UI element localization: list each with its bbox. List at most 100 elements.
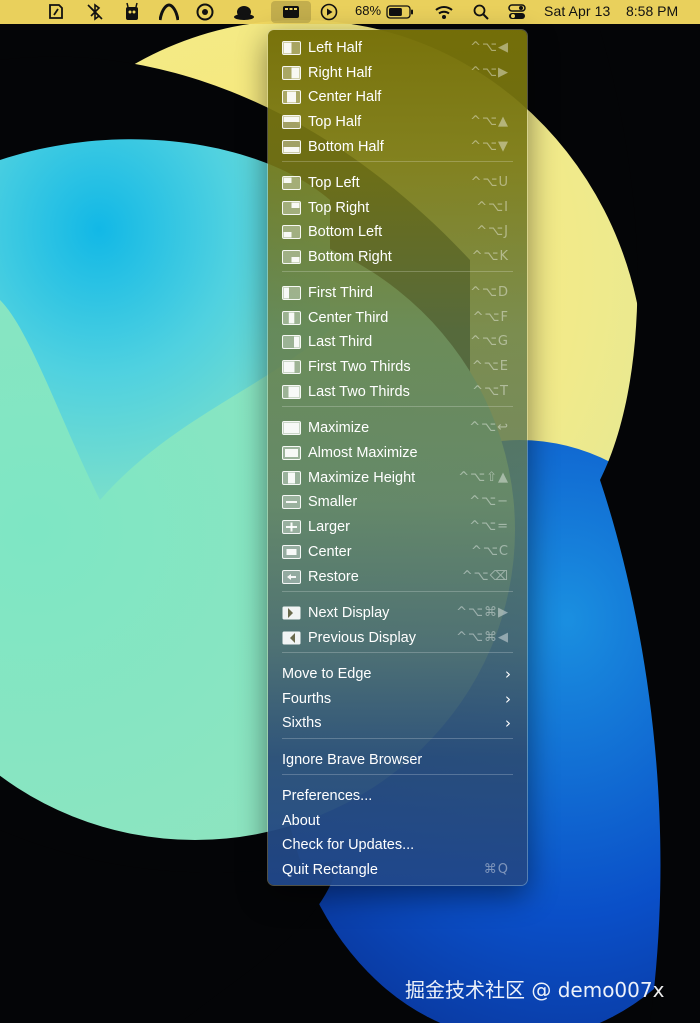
keyboard-shortcut: ^⌥▼ xyxy=(470,139,509,154)
keyboard-shortcut: ^⌥− xyxy=(469,494,509,509)
menu-item-ignore-brave-browser[interactable]: Ignore Brave Browser xyxy=(268,748,527,772)
menu-item-top-left[interactable]: Top Left ^⌥U xyxy=(268,171,527,195)
menu-item-label: First Two Thirds xyxy=(308,359,411,375)
chevron-right-icon: › xyxy=(505,665,511,683)
top-right-icon xyxy=(282,201,301,215)
maximize-height-icon xyxy=(282,471,301,485)
next-display-icon xyxy=(282,606,301,620)
keyboard-shortcut: ^⌥T xyxy=(472,384,509,399)
pen-icon[interactable] xyxy=(41,0,71,24)
menu-item-fourths[interactable]: Fourths › xyxy=(268,687,527,711)
hat-icon[interactable] xyxy=(229,0,259,24)
menu-item-last-third[interactable]: Last Third ^⌥G xyxy=(268,330,527,354)
right-half-icon xyxy=(282,66,301,80)
center-half-icon xyxy=(282,90,301,104)
menu-item-about[interactable]: About xyxy=(268,809,527,833)
menu-item-label: About xyxy=(282,813,320,829)
bluetooth-crossed-icon[interactable] xyxy=(80,0,110,24)
play-circle-icon[interactable] xyxy=(314,0,344,24)
menu-item-bottom-right[interactable]: Bottom Right ^⌥K xyxy=(268,245,527,269)
keyboard-shortcut: ^⌥= xyxy=(469,519,509,534)
menu-item-label: Smaller xyxy=(308,494,358,510)
rectangle-menu: Left Half ^⌥◀ Right Half ^⌥▶ Center Half Top … xyxy=(267,29,528,886)
battery-icon[interactable] xyxy=(386,2,416,22)
menu-item-label: Check for Updates... xyxy=(282,837,415,853)
menu-item-center-half[interactable]: Center Half xyxy=(268,85,527,109)
battery-percent: 68% xyxy=(355,3,382,18)
menu-item-first-third[interactable]: First Third ^⌥D xyxy=(268,281,527,305)
keyboard-shortcut: ^⌥G xyxy=(470,334,509,349)
menu-item-last-two-thirds[interactable]: Last Two Thirds ^⌥T xyxy=(268,380,527,404)
keyboard-shortcut: ^⌥F xyxy=(472,310,509,325)
menu-item-label: Last Two Thirds xyxy=(308,384,410,400)
menu-item-label: Right Half xyxy=(308,65,372,81)
keyboard-shortcut: ^⌥↩ xyxy=(469,420,509,435)
keyboard-shortcut: ^⌥⌫ xyxy=(461,569,509,584)
keyboard-shortcut: ^⌥K xyxy=(471,249,509,264)
menu-item-label: Next Display xyxy=(308,605,390,621)
menu-separator xyxy=(282,591,513,592)
menu-separator xyxy=(282,652,513,653)
menu-item-label: Maximize xyxy=(308,420,370,436)
menu-item-label: Center Third xyxy=(308,310,389,326)
menu-item-smaller[interactable]: Smaller ^⌥− xyxy=(268,490,527,514)
robot-icon[interactable] xyxy=(117,0,147,24)
menu-item-center[interactable]: Center ^⌥C xyxy=(268,540,527,564)
menu-item-label: Ignore Brave Browser xyxy=(282,752,423,768)
menu-item-bottom-left[interactable]: Bottom Left ^⌥J xyxy=(268,220,527,244)
menubar-date[interactable]: Sat Apr 13 xyxy=(544,3,610,19)
menu-item-move-to-edge[interactable]: Move to Edge › xyxy=(268,662,527,686)
top-half-icon xyxy=(282,115,301,129)
menu-item-larger[interactable]: Larger ^⌥= xyxy=(268,515,527,539)
menu-item-center-third[interactable]: Center Third ^⌥F xyxy=(268,306,527,330)
menu-item-quit-rectangle[interactable]: Quit Rectangle ⌘Q xyxy=(268,858,527,882)
bottom-left-icon xyxy=(282,225,301,239)
arc-icon[interactable] xyxy=(154,0,184,24)
menu-item-restore[interactable]: Restore ^⌥⌫ xyxy=(268,565,527,589)
menu-separator xyxy=(282,271,513,272)
last-third-icon xyxy=(282,335,301,349)
menu-item-label: Move to Edge xyxy=(282,666,372,682)
menu-item-previous-display[interactable]: Previous Display ^⌥⌘◀ xyxy=(268,626,527,650)
menu-item-almost-maximize[interactable]: Almost Maximize xyxy=(268,441,527,465)
keyboard-shortcut: ^⌥I xyxy=(476,200,509,215)
menu-item-label: Larger xyxy=(308,519,350,535)
menu-item-next-display[interactable]: Next Display ^⌥⌘▶ xyxy=(268,601,527,625)
menu-item-top-half[interactable]: Top Half ^⌥▲ xyxy=(268,110,527,134)
keyboard-shortcut: ^⌥U xyxy=(470,175,509,190)
menu-item-label: Left Half xyxy=(308,40,362,56)
menu-item-maximize-height[interactable]: Maximize Height ^⌥⇧▲ xyxy=(268,466,527,490)
top-left-icon xyxy=(282,176,301,190)
menu-item-label: Maximize Height xyxy=(308,470,416,486)
menu-separator xyxy=(282,738,513,739)
menu-item-sixths[interactable]: Sixths › xyxy=(268,711,527,735)
first-two-thirds-icon xyxy=(282,360,301,374)
restore-icon xyxy=(282,570,301,584)
menu-item-label: Sixths xyxy=(282,715,322,731)
search-icon[interactable] xyxy=(466,0,496,24)
menu-item-label: Quit Rectangle xyxy=(282,862,378,878)
rectangle-app-icon[interactable] xyxy=(271,1,311,23)
almost-maximize-icon xyxy=(282,446,301,460)
at-icon[interactable] xyxy=(190,0,220,24)
menu-item-label: Fourths xyxy=(282,691,332,707)
menu-item-maximize[interactable]: Maximize ^⌥↩ xyxy=(268,416,527,440)
menu-item-first-two-thirds[interactable]: First Two Thirds ^⌥E xyxy=(268,355,527,379)
menu-item-top-right[interactable]: Top Right ^⌥I xyxy=(268,196,527,220)
menubar-time[interactable]: 8:58 PM xyxy=(626,3,678,19)
keyboard-shortcut: ^⌥⇧▲ xyxy=(458,470,509,485)
larger-icon xyxy=(282,520,301,534)
keyboard-shortcut: ^⌥E xyxy=(471,359,509,374)
menu-item-label: Bottom Left xyxy=(308,224,383,240)
keyboard-shortcut: ^⌥◀ xyxy=(470,40,509,55)
control-center-icon[interactable] xyxy=(502,0,532,24)
menu-item-bottom-half[interactable]: Bottom Half ^⌥▼ xyxy=(268,135,527,159)
wifi-icon[interactable] xyxy=(429,0,459,24)
menu-item-label: Previous Display xyxy=(308,630,416,646)
menu-item-left-half[interactable]: Left Half ^⌥◀ xyxy=(268,36,527,60)
keyboard-shortcut: ^⌥J xyxy=(476,224,509,239)
keyboard-shortcut: ^⌥C xyxy=(471,544,509,559)
menu-item-preferences[interactable]: Preferences... xyxy=(268,784,527,808)
menu-item-check-for-updates[interactable]: Check for Updates... xyxy=(268,833,527,857)
menu-item-right-half[interactable]: Right Half ^⌥▶ xyxy=(268,61,527,85)
